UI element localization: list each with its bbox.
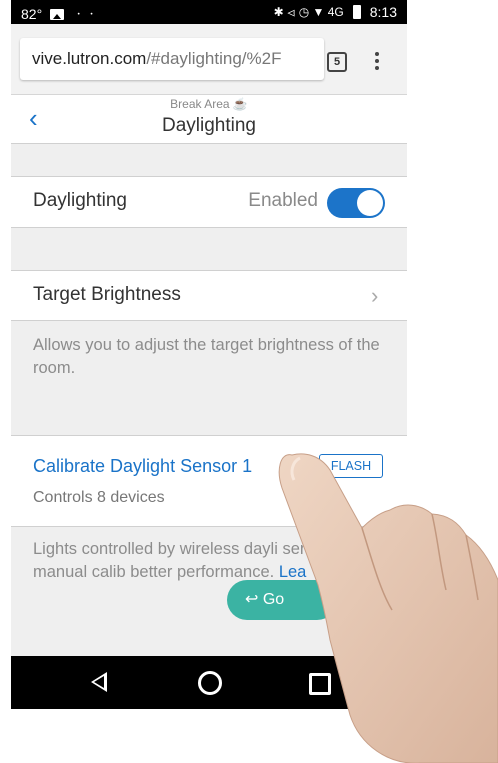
status-bar: 82° ㆍㆍ ✱ ⏿ ◷ ▼ 4G 8:13 — [11, 0, 407, 24]
daylighting-row: Daylighting Enabled — [11, 176, 407, 228]
browser-toolbar: vive.lutron.com/#daylighting/%2F 5 — [11, 24, 407, 95]
go-button[interactable]: ↩ Go — [227, 580, 337, 620]
url-path: /#daylighting/%2F — [146, 49, 282, 68]
daylighting-label: Daylighting — [33, 190, 127, 211]
calibrate-sensor-row: Calibrate Daylight Sensor 1 FLASH Contro… — [11, 435, 407, 527]
app-header: ‹ Break Area ☕ Daylighting — [11, 95, 407, 144]
target-brightness-label: Target Brightness — [33, 284, 181, 305]
daylighting-toggle[interactable] — [327, 188, 385, 218]
header-subtitle: Break Area ☕ — [170, 97, 248, 111]
calibrate-description-text: Lights controlled by wireless dayli sens… — [33, 540, 397, 581]
nav-home-icon[interactable] — [198, 671, 222, 695]
target-brightness-row[interactable]: Target Brightness › — [11, 270, 407, 321]
android-nav-bar — [11, 656, 407, 709]
clock: 8:13 — [369, 4, 397, 20]
nav-recents-icon[interactable] — [309, 673, 331, 695]
chevron-right-icon: › — [371, 283, 379, 308]
calibrate-sensor-subtitle: Controls 8 devices — [33, 489, 165, 506]
status-icons: ✱ ⏿ ◷ ▼ 4G — [273, 4, 344, 19]
nav-back-icon[interactable] — [91, 672, 107, 692]
learn-more-link[interactable]: Lea — [279, 563, 307, 581]
daylighting-state: Enabled — [248, 190, 318, 211]
phone-screen: 82° ㆍㆍ ✱ ⏿ ◷ ▼ 4G 8:13 vive.lutron.com/#… — [11, 0, 407, 709]
temperature: 82° — [21, 6, 43, 22]
voicemail-icon: ㆍㆍ — [72, 6, 98, 22]
url-field[interactable]: vive.lutron.com/#daylighting/%2F — [20, 38, 324, 80]
flash-button[interactable]: FLASH — [319, 454, 383, 478]
calibrate-sensor-link[interactable]: Calibrate Daylight Sensor 1 — [33, 456, 252, 477]
calibrate-description: Lights controlled by wireless dayli sens… — [33, 538, 405, 584]
tab-switcher-button[interactable]: 5 — [327, 52, 347, 72]
image-icon — [50, 8, 65, 20]
toggle-knob — [357, 190, 383, 216]
overflow-menu-icon[interactable] — [374, 50, 380, 72]
page-title: Daylighting — [162, 115, 256, 136]
url-host: vive.lutron.com — [32, 49, 147, 68]
target-brightness-description: Allows you to adjust the target brightne… — [33, 336, 380, 377]
battery-icon — [352, 5, 361, 19]
